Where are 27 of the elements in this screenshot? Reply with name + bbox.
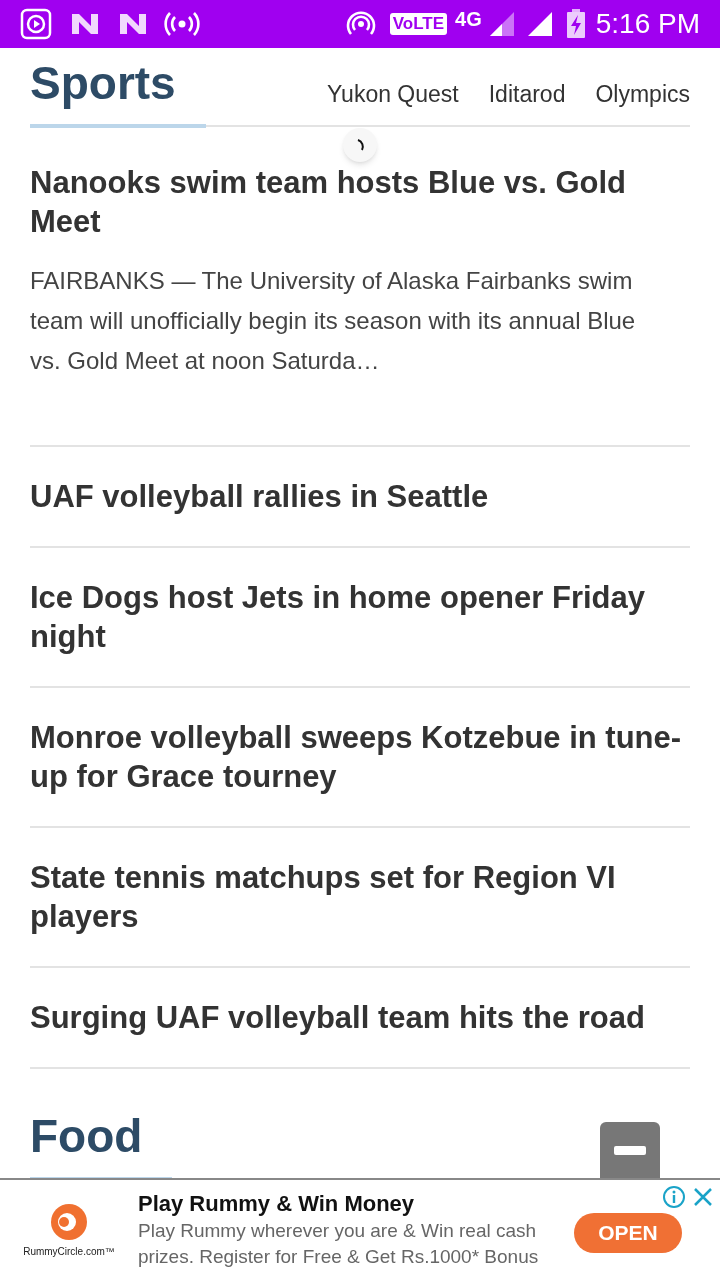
info-icon[interactable] xyxy=(662,1185,686,1209)
section-title: Sports xyxy=(30,52,206,128)
app-logo-icon xyxy=(70,12,100,36)
article-headline[interactable]: Monroe volleyball sweeps Kotzebue in tune-up for Grace tourney xyxy=(30,718,690,796)
category-link[interactable]: Yukon Quest xyxy=(327,76,459,111)
brand-name: RummyCircle.com™ xyxy=(23,1244,115,1259)
network-type: 4G xyxy=(455,7,482,32)
clock: 5:16 PM xyxy=(595,10,700,38)
article-headline[interactable]: Ice Dogs host Jets in home opener Friday night xyxy=(30,578,690,656)
article-headline[interactable]: Surging UAF volleyball team hits the road xyxy=(30,998,690,1037)
music-player-icon xyxy=(20,8,52,40)
volte-badge: VoLTE xyxy=(389,13,448,35)
app-logo-icon xyxy=(118,12,148,36)
article-snippet: FAIRBANKS — The University of Alaska Fairbanks swim team will unofficially begin its season with its annual Blue vs. Gold Meet at noon Saturda… xyxy=(30,266,637,376)
collapse-ad-button[interactable] xyxy=(600,1122,660,1178)
broadcast-icon xyxy=(164,11,200,37)
loading-spinner xyxy=(343,128,377,162)
ad-headline: Play Rummy & Win Money xyxy=(138,1190,416,1218)
brand-logo-icon xyxy=(49,1201,89,1242)
category-link[interactable]: Iditarod xyxy=(488,76,566,111)
article-headline[interactable]: UAF volleyball rallies in Seattle xyxy=(30,477,690,516)
article-headline[interactable]: Nanooks swim team hosts Blue vs. Gold Meet xyxy=(30,163,690,241)
ad-text: Play Rummy wherever you are & Win real cash prizes. Register for Free & Get Rs.1000* Bonus xyxy=(138,1219,540,1269)
article-headline[interactable]: State tennis matchups set for Region VI players xyxy=(30,858,690,936)
battery-charging-icon xyxy=(565,9,586,39)
close-icon[interactable] xyxy=(692,1186,714,1208)
category-link[interactable]: Olympics xyxy=(595,76,690,111)
